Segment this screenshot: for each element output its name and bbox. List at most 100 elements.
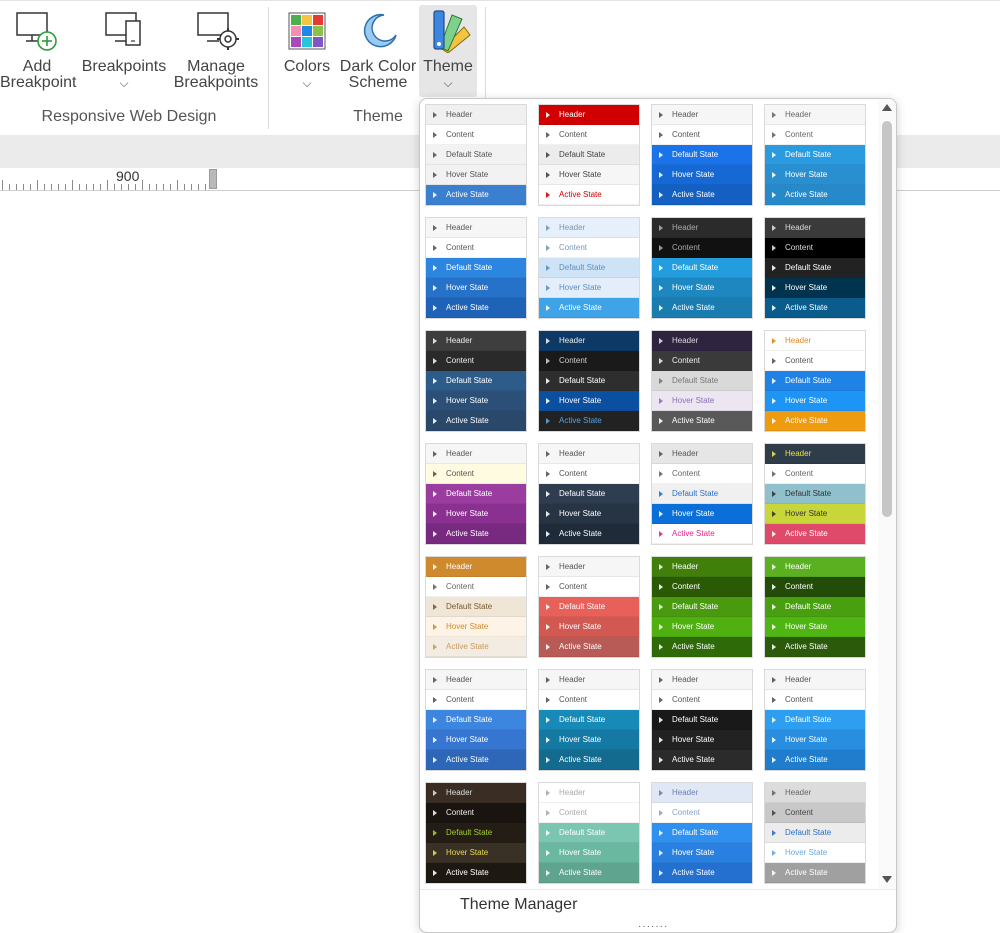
theme-preview-row: Default State xyxy=(652,371,752,391)
theme-preview-row: Active State xyxy=(652,411,752,431)
theme-thumbnail[interactable]: Header Content Default State Hover State Act… xyxy=(425,443,527,545)
theme-thumbnail[interactable]: Header Content Default State Hover State Act… xyxy=(764,443,866,545)
theme-preview-row: Active State xyxy=(426,750,526,770)
theme-preview-row: Header xyxy=(539,444,639,464)
theme-preview-row: Active State xyxy=(652,637,752,657)
theme-preview-row: Content xyxy=(539,464,639,484)
theme-preview-row: Active State xyxy=(539,637,639,657)
colors-button[interactable]: Colors ⌵ xyxy=(280,5,334,89)
theme-preview-row: Default State xyxy=(539,597,639,617)
theme-preview-row: Default State xyxy=(652,597,752,617)
chevron-down-icon: ⌵ xyxy=(119,76,129,90)
theme-preview-row: Default State xyxy=(426,710,526,730)
ruler-tick xyxy=(170,184,171,190)
theme-preview-row: Hover State xyxy=(539,165,639,185)
theme-preview-row: Active State xyxy=(539,185,639,205)
resize-grip[interactable]: ······· xyxy=(638,922,668,932)
ruler-tick xyxy=(58,184,59,190)
theme-thumbnail[interactable]: Header Content Default State Hover State Act… xyxy=(538,556,640,658)
theme-preview-row: Content xyxy=(539,125,639,145)
theme-thumbnail[interactable]: Header Content Default State Hover State Act… xyxy=(538,330,640,432)
theme-manager-item[interactable]: Theme Manager xyxy=(420,889,896,922)
add-breakpoint-button[interactable]: Add Breakpoint xyxy=(0,5,77,91)
theme-thumbnail[interactable]: Header Content Default State Hover State Act… xyxy=(651,782,753,884)
scroll-down-arrow-icon[interactable] xyxy=(882,876,892,883)
theme-thumbnail[interactable]: Header Content Default State Hover State Act… xyxy=(764,669,866,771)
theme-thumbnail[interactable]: Header Content Default State Hover State Act… xyxy=(538,669,640,771)
theme-label: Theme xyxy=(423,58,473,75)
theme-preview-row: Header xyxy=(539,218,639,238)
theme-preview-row: Active State xyxy=(765,298,865,318)
gallery-scrollbar[interactable] xyxy=(878,99,896,889)
theme-preview-row: Hover State xyxy=(765,165,865,185)
breakpoints-button[interactable]: Breakpoints ⌵ xyxy=(80,5,168,89)
ruler-tick xyxy=(79,184,80,190)
theme-preview-row: Default State xyxy=(765,371,865,391)
theme-preview-row: Default State xyxy=(765,823,865,843)
dark-color-scheme-button[interactable]: Dark Color Scheme xyxy=(338,5,418,91)
theme-thumbnail[interactable]: Header Content Default State Hover State Act… xyxy=(651,556,753,658)
theme-preview-row: Hover State xyxy=(765,617,865,637)
theme-preview-row: Header xyxy=(652,444,752,464)
ruler-tick xyxy=(128,184,129,190)
theme-preview-row: Header xyxy=(765,331,865,351)
theme-thumbnail[interactable]: Header Content Default State Hover State Act… xyxy=(764,104,866,206)
theme-preview-row: Active State xyxy=(652,524,752,544)
theme-preview-row: Active State xyxy=(426,524,526,544)
theme-preview-row: Header xyxy=(426,331,526,351)
theme-thumbnail[interactable]: Header Content Default State Hover State Act… xyxy=(538,782,640,884)
theme-thumbnail[interactable]: Header Content Default State Hover State Act… xyxy=(651,443,753,545)
add-breakpoint-icon xyxy=(16,12,57,51)
theme-thumbnail[interactable]: Header Content Default State Hover State Act… xyxy=(538,217,640,319)
theme-thumbnail[interactable]: Header Content Default State Hover State Act… xyxy=(651,330,753,432)
theme-preview-row: Hover State xyxy=(652,278,752,298)
theme-preview-row: Hover State xyxy=(765,391,865,411)
theme-preview-row: Active State xyxy=(765,637,865,657)
theme-preview-row: Active State xyxy=(652,750,752,770)
manage-breakpoints-button[interactable]: Manage Breakpoints xyxy=(172,5,260,91)
theme-thumbnail[interactable]: Header Content Default State Hover State Act… xyxy=(425,104,527,206)
theme-thumbnail[interactable]: Header Content Default State Hover State Act… xyxy=(425,556,527,658)
manage-breakpoints-icon xyxy=(197,12,239,50)
theme-preview-row: Hover State xyxy=(765,504,865,524)
theme-preview-row: Default State xyxy=(652,823,752,843)
theme-preview-row: Content xyxy=(765,577,865,597)
theme-thumbnail[interactable]: Header Content Default State Hover State Act… xyxy=(764,556,866,658)
theme-preview-row: Default State xyxy=(765,710,865,730)
theme-button[interactable]: Theme ⌵ xyxy=(419,5,477,97)
theme-thumbnail[interactable]: Header Content Default State Hover State Act… xyxy=(425,217,527,319)
theme-preview-row: Default State xyxy=(426,258,526,278)
theme-preview-row: Content xyxy=(426,238,526,258)
theme-thumbnail[interactable]: Header Content Default State Hover State Act… xyxy=(425,330,527,432)
theme-preview-row: Hover State xyxy=(426,504,526,524)
theme-thumbnail[interactable]: Header Content Default State Hover State Act… xyxy=(764,330,866,432)
scrollbar-thumb[interactable] xyxy=(882,121,892,517)
theme-preview-row: Hover State xyxy=(652,504,752,524)
theme-preview-row: Content xyxy=(652,351,752,371)
theme-thumbnail[interactable]: Header Content Default State Hover State Act… xyxy=(764,782,866,884)
theme-preview-row: Header xyxy=(426,218,526,238)
theme-thumbnail[interactable]: Header Content Default State Hover State Act… xyxy=(425,782,527,884)
theme-preview-row: Default State xyxy=(539,484,639,504)
theme-preview-row: Content xyxy=(539,577,639,597)
ruler-handle[interactable] xyxy=(209,169,217,189)
theme-preview-row: Active State xyxy=(539,863,639,883)
theme-thumbnail[interactable]: Header Content Default State Hover State Act… xyxy=(538,443,640,545)
theme-preview-row: Active State xyxy=(765,863,865,883)
theme-thumbnail[interactable]: Header Content Default State Hover State Act… xyxy=(764,217,866,319)
theme-preview-row: Header xyxy=(765,670,865,690)
theme-preview-row: Content xyxy=(765,690,865,710)
manage-breakpoints-label-line2: Breakpoints xyxy=(173,74,259,91)
theme-preview-row: Content xyxy=(652,803,752,823)
theme-preview-row: Hover State xyxy=(652,730,752,750)
scroll-up-arrow-icon[interactable] xyxy=(882,104,892,111)
theme-thumbnail[interactable]: Header Content Default State Hover State Act… xyxy=(425,669,527,771)
theme-thumbnail[interactable]: Header Content Default State Hover State Act… xyxy=(538,104,640,206)
theme-thumbnail[interactable]: Header Content Default State Hover State Act… xyxy=(651,669,753,771)
theme-thumbnail[interactable]: Header Content Default State Hover State Act… xyxy=(651,217,753,319)
theme-preview-row: Active State xyxy=(765,185,865,205)
manage-breakpoints-label-line1: Manage xyxy=(187,58,245,75)
theme-preview-row: Header xyxy=(652,783,752,803)
theme-preview-row: Default State xyxy=(765,597,865,617)
theme-thumbnail[interactable]: Header Content Default State Hover State Act… xyxy=(651,104,753,206)
